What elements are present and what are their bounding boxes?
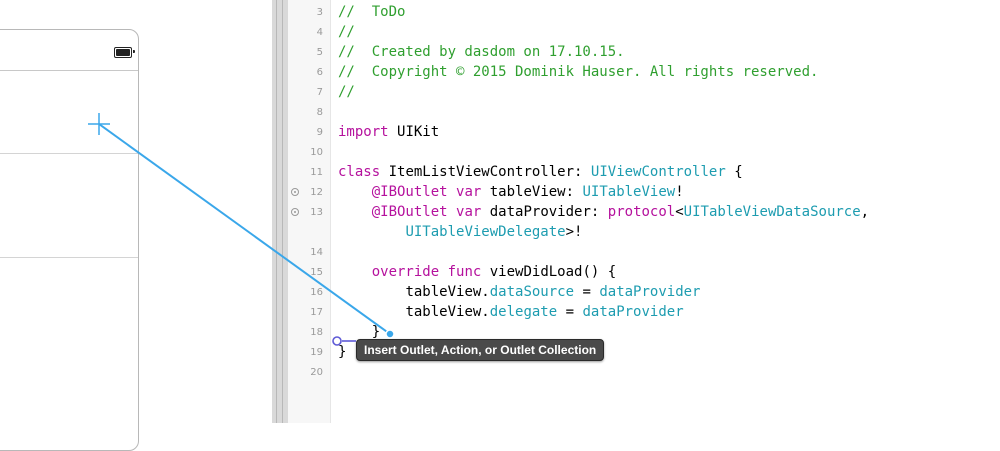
- line-number: 18: [310, 327, 323, 338]
- line-number: 17: [310, 307, 323, 318]
- code-line: class ItemListViewController: UIViewCont…: [338, 164, 743, 180]
- editor-splitter[interactable]: [272, 0, 288, 423]
- line-number: 14: [310, 247, 323, 258]
- code-line: // Copyright © 2015 Dominik Hauser. All …: [338, 64, 819, 80]
- storyboard-canvas[interactable]: [0, 0, 272, 451]
- line-number: 8: [316, 107, 323, 118]
- line-number: 6: [316, 67, 323, 78]
- code-line: // ToDo: [338, 4, 406, 20]
- line-number: 11: [310, 167, 323, 178]
- line-number: 7: [316, 87, 323, 98]
- code-line: }: [338, 344, 347, 360]
- line-number: 16: [310, 287, 323, 298]
- insert-outlet-tooltip: Insert Outlet, Action, or Outlet Collect…: [356, 339, 605, 361]
- code-line: tableView.delegate = dataProvider: [405, 304, 684, 320]
- view-controller-scene[interactable]: [0, 29, 139, 451]
- outlet-connected-icon[interactable]: [291, 208, 299, 216]
- line-number: 9: [316, 127, 323, 138]
- code-line: import UIKit: [338, 124, 440, 140]
- splitter-line: [282, 0, 283, 423]
- line-number: 5: [316, 47, 323, 58]
- line-number-gutter: 3 4 5 6 7 8 9 10 11 12 13 14 15 16 17 18 19 20: [288, 0, 331, 423]
- battery-icon: [114, 47, 135, 58]
- code-line: //: [338, 84, 355, 100]
- line-number: 20: [310, 367, 323, 378]
- splitter-line: [276, 0, 277, 423]
- line-number: 19: [310, 347, 323, 358]
- line-number: 10: [310, 147, 323, 158]
- code-line: @IBOutlet var tableView: UITableView!: [371, 184, 684, 200]
- line-number: 3: [316, 7, 323, 18]
- code-line: // Created by dasdom on 17.10.15.: [338, 44, 625, 60]
- line-number: 15: [310, 267, 323, 278]
- table-row-divider: [0, 257, 138, 258]
- line-number: 4: [316, 27, 323, 38]
- table-row-divider: [0, 153, 138, 154]
- code-line: tableView.dataSource = dataProvider: [405, 284, 701, 300]
- status-bar-divider: [0, 70, 138, 71]
- code-line: override func viewDidLoad() {: [371, 264, 617, 280]
- code-line: //: [338, 24, 355, 40]
- code-line: UITableViewDelegate>!: [405, 224, 583, 240]
- code-line: @IBOutlet var dataProvider: protocol<UIT…: [371, 204, 870, 220]
- outlet-connected-icon[interactable]: [291, 188, 299, 196]
